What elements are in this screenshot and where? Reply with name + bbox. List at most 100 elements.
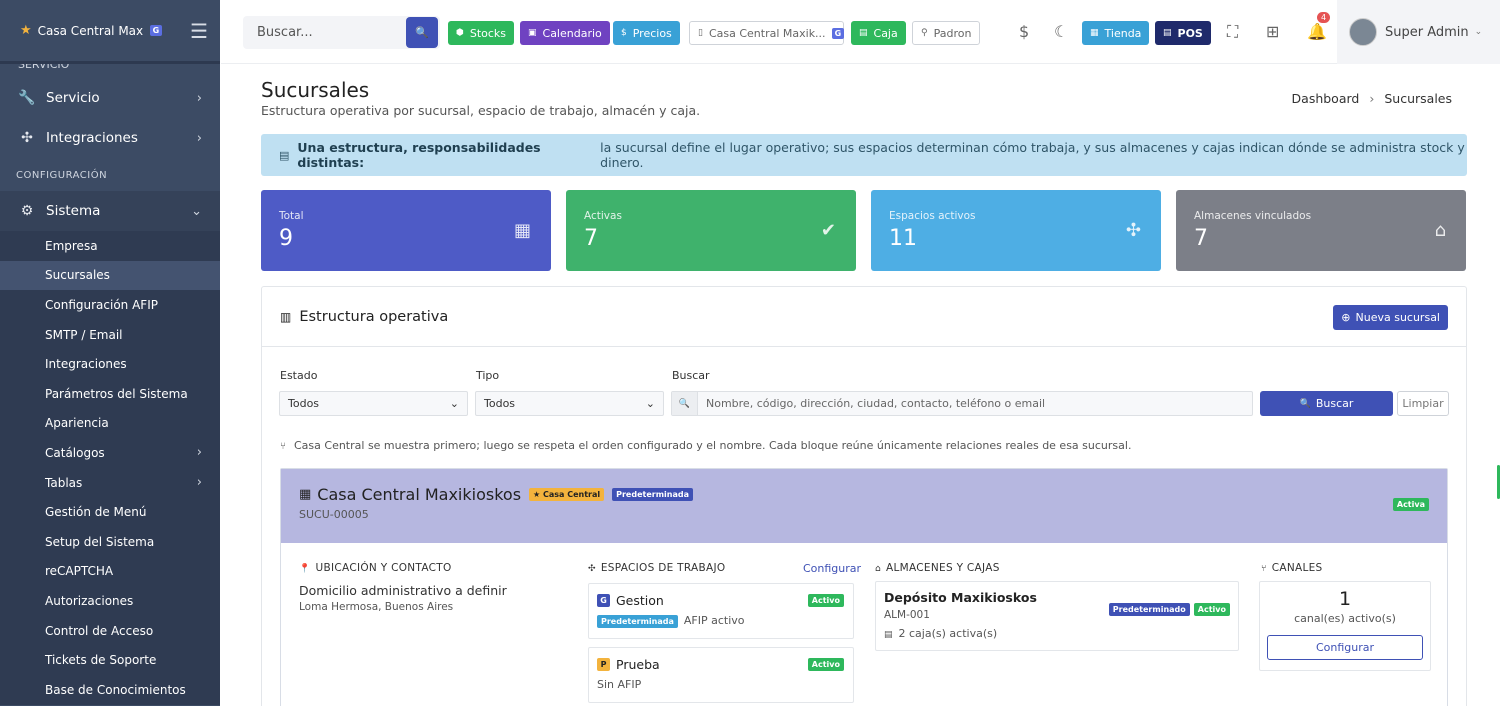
new-branch-button[interactable]: ⊕ Nueva sucursal — [1333, 305, 1448, 330]
user-menu[interactable]: Super Admin ⌄ — [1337, 0, 1500, 64]
chevron-down-icon: ⌄ — [645, 397, 655, 410]
stocks-button[interactable]: ⬢ Stocks — [448, 21, 515, 45]
sidebar-subitem-tablas[interactable]: Tablas › — [0, 467, 220, 498]
stat-value: 9 — [279, 226, 293, 251]
configure-channels-button[interactable]: Configurar — [1267, 635, 1423, 660]
limpiar-button[interactable]: Limpiar — [1397, 391, 1449, 416]
stocks-label: Stocks — [469, 26, 507, 40]
sidebar-subitem-menu[interactable]: Gestión de Menú — [0, 497, 220, 527]
branch-selector-button[interactable]: ▯ Casa Central Maxik... G — [689, 21, 845, 45]
branch-name: Casa Central Maxikioskos — [317, 485, 522, 504]
workspace-afip: AFIP activo — [683, 614, 745, 627]
estado-value: Todos — [288, 397, 320, 410]
tipo-value: Todos — [484, 397, 516, 410]
sidebar-item-label: Integraciones — [46, 130, 138, 146]
tienda-button[interactable]: ▦ Tienda — [1082, 21, 1150, 45]
breadcrumb-current: Sucursales — [1384, 91, 1452, 106]
bell-icon[interactable]: 🔔 — [1307, 22, 1327, 41]
check-circle-icon: ✔ — [820, 220, 836, 241]
buscar-label: Buscar — [1315, 397, 1354, 410]
breadcrumb-dashboard[interactable]: Dashboard — [1292, 91, 1360, 106]
sidebar-subitem-conocimientos[interactable]: Base de Conocimientos — [0, 674, 220, 705]
sidebar-subitem-autorizaciones[interactable]: Autorizaciones — [0, 586, 220, 616]
caja-button[interactable]: ▤ Caja — [851, 21, 906, 45]
precios-button[interactable]: $ Precios — [613, 21, 680, 45]
dollar-icon[interactable]: $ — [1019, 22, 1029, 41]
info-note: ⑂ Casa Central se muestra primero; luego … — [280, 439, 1131, 452]
stat-card-espacios: Espacios activos 11 ✣ — [871, 190, 1161, 271]
sidebar-subitem-catalogos[interactable]: Catálogos › — [0, 438, 220, 468]
sidebar-brand[interactable]: ★ Casa Central Maxikioskos G ☰ — [0, 0, 220, 64]
stat-card-total: Total 9 ▦ — [261, 190, 551, 271]
sidebar-item-sistema[interactable]: ⚙ Sistema ⌄ — [0, 191, 220, 231]
chevron-down-icon: ⌄ — [191, 203, 202, 219]
sidebar-section-label: CONFIGURACIÓN — [16, 170, 108, 181]
channels-label: canal(es) activo(s) — [1294, 612, 1396, 625]
buscar-button[interactable]: 🔍 Buscar — [1260, 391, 1393, 416]
location-header-label: UBICACIÓN Y CONTACTO — [315, 562, 452, 574]
workspace-card[interactable]: P Prueba Activo Sin AFIP — [588, 647, 854, 703]
tipo-select[interactable]: Todos ⌄ — [475, 391, 664, 416]
search-icon: 🔍 — [672, 392, 698, 415]
brand-name: Casa Central Maxikioskos — [37, 23, 144, 38]
sidebar-item-cut[interactable]: SERVICIO — [0, 64, 220, 78]
sidebar-subitem-sucursales[interactable]: Sucursales — [0, 260, 220, 291]
workspace-card[interactable]: G Gestion Activo Predeterminada AFIP activ… — [588, 583, 854, 639]
caja-label: Caja — [873, 26, 898, 40]
sidebar-subitem-label: Tablas — [45, 475, 83, 490]
moon-icon[interactable]: ☾ — [1054, 22, 1068, 41]
sidebar-subitem-empresa[interactable]: Empresa — [0, 231, 220, 261]
grid-icon[interactable]: ⊞ — [1266, 22, 1279, 41]
structure-panel: ▥ Estructura operativa ⊕ Nueva sucursal E… — [261, 286, 1467, 706]
cash-register-icon: ▤ — [884, 630, 893, 640]
sidebar-subitem-tickets[interactable]: Tickets de Soporte — [0, 645, 220, 675]
fullscreen-icon[interactable]: ⛶ — [1227, 22, 1238, 42]
buscar-label: Buscar — [672, 369, 710, 382]
chevron-down-icon: ⌄ — [1474, 27, 1483, 37]
stat-label: Activas — [584, 210, 622, 222]
estado-label: Estado — [280, 369, 318, 382]
search-button[interactable]: 🔍 — [406, 17, 438, 48]
warehouses-header-label: ALMACENES Y CAJAS — [886, 562, 1000, 574]
sidebar-item-servicio[interactable]: 🔧 Servicio › — [0, 78, 220, 118]
padron-button[interactable]: ⚲ Padron — [912, 21, 981, 45]
precios-label: Precios — [632, 26, 672, 40]
status-badge: Activo — [807, 658, 844, 671]
star-icon: ★ — [20, 23, 32, 38]
calendario-button[interactable]: ▣ Calendario — [520, 21, 610, 45]
sidebar-subitem-acceso[interactable]: Control de Acceso — [0, 615, 220, 646]
pos-button[interactable]: ▤ POS — [1155, 21, 1211, 45]
branch-icon: ⑂ — [280, 441, 286, 452]
sidebar-item-integraciones[interactable]: ✣ Integraciones › — [0, 118, 220, 158]
sidebar-item-label: Sistema — [46, 203, 101, 219]
cash-register-icon: ▤ — [859, 28, 868, 38]
status-badge: Activo — [807, 594, 844, 607]
sidebar-subitem-label: Catálogos — [45, 445, 105, 460]
sidebar-subitem-integraciones[interactable]: Integraciones — [0, 349, 220, 379]
tipo-label: Tipo — [476, 369, 500, 382]
city-line: Loma Hermosa, Buenos Aires — [299, 601, 454, 613]
sidebar-subitem-setup[interactable]: Setup del Sistema — [0, 526, 220, 557]
sidebar-subitem-afip[interactable]: Configuración AFIP — [0, 290, 220, 320]
estado-select[interactable]: Todos ⌄ — [279, 391, 468, 416]
sidebar-subitem-smtp[interactable]: SMTP / Email — [0, 319, 220, 350]
branch-search-input[interactable]: 🔍 Nombre, código, dirección, ciudad, cont… — [671, 391, 1253, 416]
sidebar-subitem-parametros[interactable]: Parámetros del Sistema — [0, 378, 220, 409]
panel-title: Estructura operativa — [299, 308, 449, 325]
notifications-badge: 4 — [1317, 12, 1331, 23]
note-text: Casa Central se muestra primero; luego s… — [294, 439, 1132, 452]
stat-label: Almacenes vinculados — [1194, 210, 1312, 222]
chevron-right-icon: › — [196, 90, 202, 106]
branch-label: Casa Central Maxik... — [708, 26, 826, 40]
panel-header: ▥ Estructura operativa — [262, 287, 1466, 347]
store-icon: ▦ — [1090, 28, 1099, 38]
configure-workspaces-link[interactable]: Configurar — [803, 562, 861, 575]
sidebar-subitem-apariencia[interactable]: Apariencia — [0, 408, 220, 439]
search-placeholder: Nombre, código, dirección, ciudad, conta… — [706, 397, 1046, 410]
stat-card-activas: Activas 7 ✔ — [566, 190, 856, 271]
sidebar-subitem-recaptcha[interactable]: reCAPTCHA — [0, 556, 220, 587]
hamburger-icon[interactable]: ☰ — [190, 19, 208, 43]
user-search-icon: ⚲ — [921, 28, 928, 38]
warehouse-card[interactable]: Depósito Maxikioskos ALM-001 ▤ 2 caja(s) … — [875, 581, 1239, 651]
casa-central-label: Casa Central — [543, 490, 601, 499]
